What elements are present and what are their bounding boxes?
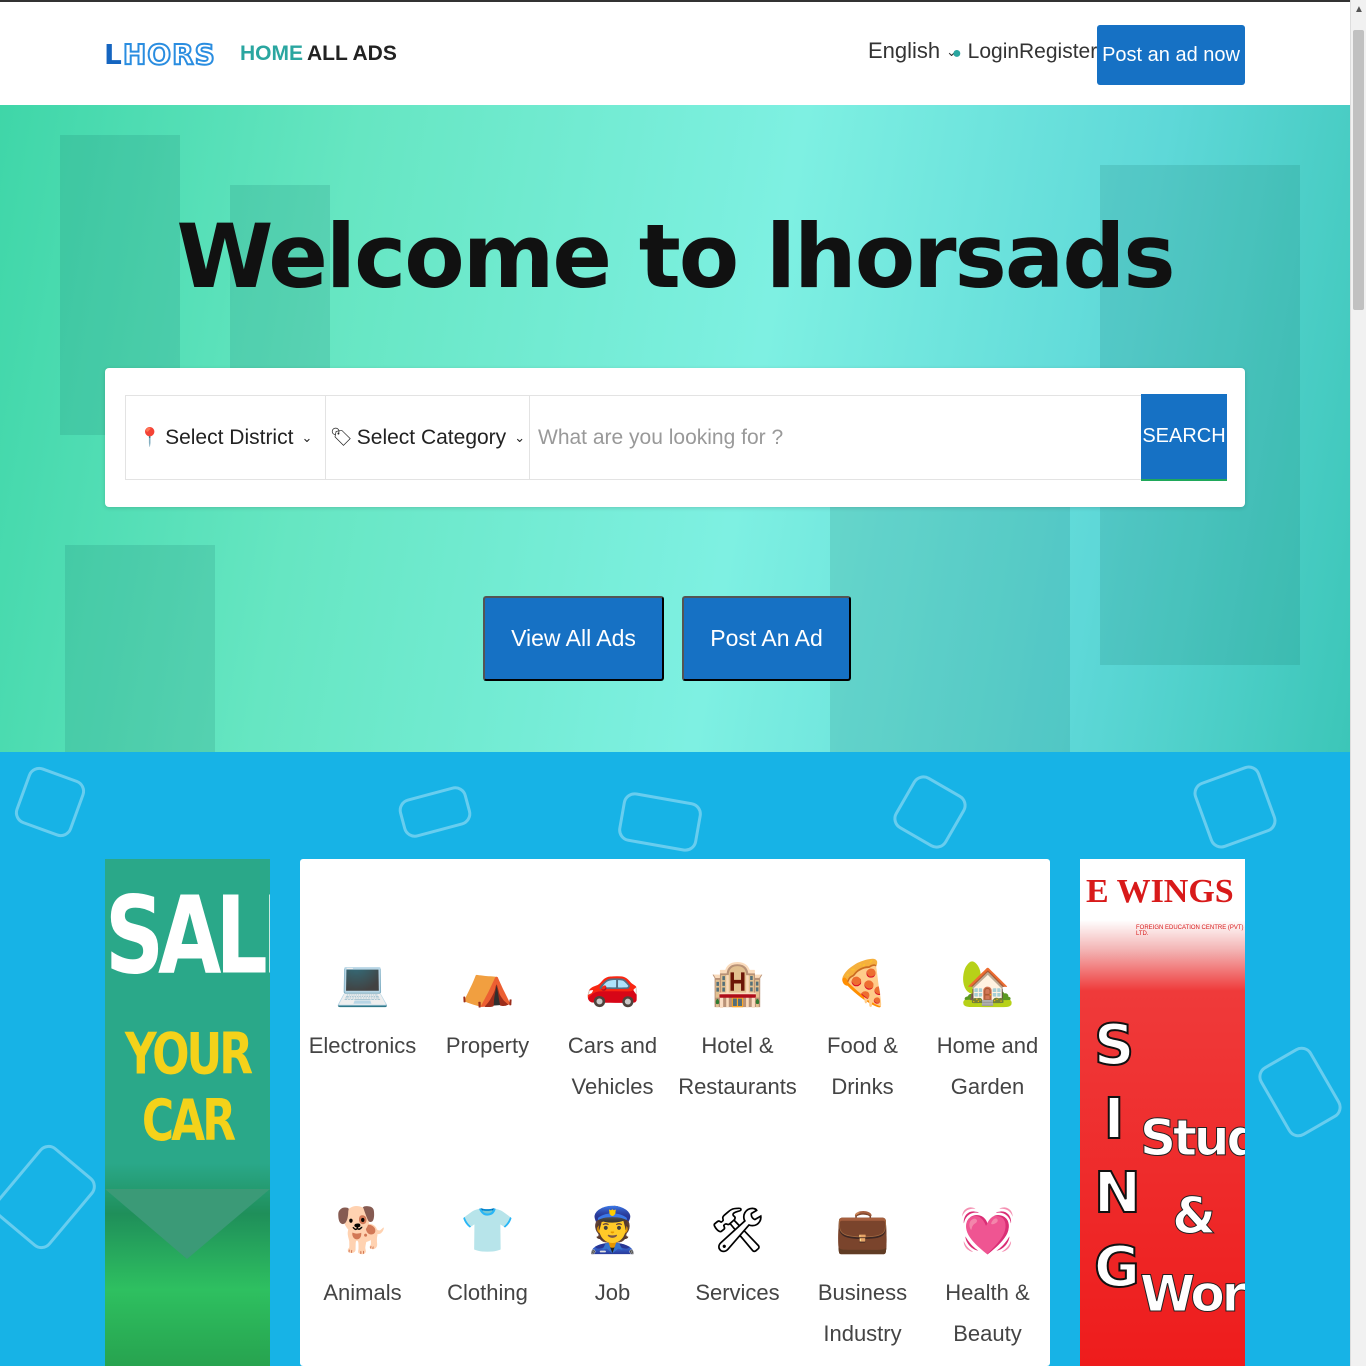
background-doodle: [1254, 1042, 1346, 1142]
background-person: [830, 505, 1070, 752]
background-doodle: [889, 771, 971, 853]
district-select-label: Select District: [165, 425, 294, 449]
category-label: Business Industry: [817, 1280, 908, 1346]
category-label: Animals: [323, 1280, 402, 1305]
pizza-icon: 🍕: [835, 958, 890, 1009]
category-label: Cars and Vehicles: [567, 1033, 658, 1099]
category-electronics[interactable]: 💻 Electronics: [300, 949, 425, 1066]
ad-amp-text: &: [1172, 1187, 1217, 1246]
category-label: Hotel & Restaurants: [678, 1033, 797, 1099]
ad-brand-logo: E WINGS: [1086, 873, 1234, 910]
shirt-icon: 👕: [460, 1205, 515, 1256]
sale-your-car-ad[interactable]: SALE YOUR CAR: [105, 859, 270, 1366]
page-scrollbar[interactable]: ▲: [1350, 0, 1366, 1366]
category-animals[interactable]: 🐕 Animals: [300, 1196, 425, 1313]
search-input[interactable]: [530, 396, 1141, 479]
logo-text: HORS: [122, 37, 216, 72]
site-header: LHORS HOME ALL ADS English ⌄ ● Login Regis…: [0, 2, 1350, 105]
district-select[interactable]: 📍 Select District ⌄: [126, 396, 326, 479]
ad-brand-subtitle: FOREIGN EDUCATION CENTRE (PVT) LTD.: [1136, 925, 1244, 937]
category-label: Food & Drinks: [827, 1033, 898, 1099]
language-label: English: [868, 38, 941, 63]
hero-section: Welcome to lhorsads 📍 Select District ⌄ …: [0, 105, 1350, 752]
hotel-icon: 🏨: [710, 958, 765, 1009]
category-cars-and-vehicles[interactable]: 🚗 Cars and Vehicles: [550, 949, 675, 1107]
category-job[interactable]: 👮 Job: [550, 1196, 675, 1313]
login-link[interactable]: ● Login: [952, 40, 1019, 64]
category-business-industry[interactable]: 💼 Business Industry: [800, 1196, 925, 1354]
category-label: Job: [594, 1280, 631, 1305]
hero-title: Welcome to lhorsads: [176, 205, 1175, 308]
category-services[interactable]: 🛠 Services: [675, 1196, 800, 1313]
category-label: Health & Beauty: [945, 1280, 1030, 1346]
user-icon: ●: [952, 45, 962, 62]
language-selector[interactable]: English ⌄: [868, 38, 957, 64]
site-logo[interactable]: LHORS: [104, 37, 216, 72]
briefcase-icon: 💼: [835, 1205, 890, 1256]
categories-section: SALE YOUR CAR 💻 Electronics ⛺ Property 🚗…: [0, 752, 1350, 1366]
category-health-beauty[interactable]: 💓 Health & Beauty: [925, 1196, 1050, 1354]
category-home-and-garden[interactable]: 🏡 Home and Garden: [925, 949, 1050, 1107]
search-bar: 📍 Select District ⌄ 🏷 Select Category ⌄ …: [125, 394, 1227, 481]
category-label: Clothing: [447, 1280, 528, 1305]
post-ad-now-button[interactable]: Post an ad now: [1097, 25, 1245, 85]
background-doodle: [1190, 762, 1280, 852]
background-doodle: [11, 763, 89, 841]
house-garden-icon: 🏡: [960, 958, 1015, 1009]
register-link[interactable]: Register: [1019, 40, 1097, 64]
nav-all-ads-link[interactable]: ALL ADS: [307, 42, 397, 66]
search-button[interactable]: SEARCH: [1141, 394, 1227, 481]
heart-icon: 💓: [960, 1205, 1015, 1256]
chevron-down-icon: ⌄: [514, 429, 526, 445]
dog-icon: 🐕: [335, 1205, 390, 1256]
login-label: Login: [967, 40, 1020, 63]
tent-icon: ⛺: [460, 958, 515, 1009]
background-doodle: [396, 783, 474, 841]
ad-work-text: Work: [1140, 1265, 1246, 1324]
category-property[interactable]: ⛺ Property: [425, 949, 550, 1066]
category-select[interactable]: 🏷 Select Category ⌄: [326, 396, 530, 479]
category-grid: 💻 Electronics ⛺ Property 🚗 Cars and Vehi…: [300, 859, 1050, 1366]
view-all-ads-button[interactable]: View All Ads: [483, 596, 664, 681]
scroll-thumb[interactable]: [1353, 30, 1364, 310]
scroll-up-icon[interactable]: ▲: [1354, 4, 1364, 15]
category-label: Home and Garden: [936, 1033, 1039, 1099]
ad-study-work-text: Study & Work: [1140, 1099, 1246, 1333]
chevron-down-icon: ⌄: [301, 429, 313, 445]
background-book: [65, 545, 215, 752]
category-label: Electronics: [308, 1033, 417, 1058]
tools-icon: 🛠: [709, 1205, 766, 1256]
ad-your-car-text: YOUR CAR: [124, 1021, 253, 1155]
car-icon: 🚗: [585, 958, 640, 1009]
pilot-icon: 👮: [585, 1205, 640, 1256]
ad-study-text: Study: [1140, 1109, 1246, 1168]
ad-vertical-text: SING: [1093, 1012, 1142, 1301]
ad-sale-text: SALE: [105, 874, 270, 999]
logo-letter: L: [104, 38, 123, 71]
category-food-drinks[interactable]: 🍕 Food & Drinks: [800, 949, 925, 1107]
category-select-label: Select Category: [356, 425, 507, 449]
ewings-study-work-ad[interactable]: E WINGS FOREIGN EDUCATION CENTRE (PVT) L…: [1080, 859, 1245, 1366]
background-doodle: [616, 790, 704, 854]
post-an-ad-button[interactable]: Post An Ad: [682, 596, 851, 681]
tag-icon: 🏷: [329, 427, 353, 447]
ad-decoration: [105, 1189, 270, 1259]
nav-home-link[interactable]: HOME: [240, 42, 303, 66]
background-doodle: [0, 1140, 101, 1254]
category-hotel-restaurants[interactable]: 🏨 Hotel & Restaurants: [675, 949, 800, 1107]
laptop-icon: 💻: [335, 958, 390, 1009]
search-card: 📍 Select District ⌄ 🏷 Select Category ⌄ …: [105, 368, 1245, 507]
category-label: Property: [445, 1033, 530, 1058]
category-clothing[interactable]: 👕 Clothing: [425, 1196, 550, 1313]
category-label: Services: [695, 1280, 780, 1305]
map-pin-icon: 📍: [138, 427, 162, 447]
